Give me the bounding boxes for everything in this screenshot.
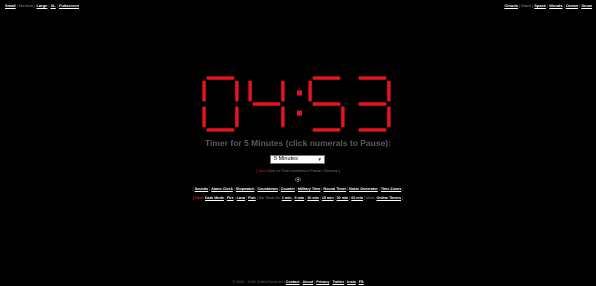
set-timer-label: Set Timer for: [258, 196, 281, 200]
timer-digit-4[interactable] [248, 80, 285, 128]
segment-g [252, 102, 281, 106]
size-xl-link[interactable]: XL [51, 3, 56, 8]
segment-b [235, 80, 239, 102]
segment-d [312, 128, 341, 132]
tools-bracket-close: ] [402, 187, 404, 191]
theme-snow-link[interactable]: Snow [581, 3, 592, 8]
set-timer-5-min[interactable]: 5 min [295, 196, 305, 200]
theme-clouds-link[interactable]: Clouds [504, 3, 518, 8]
segment-a [312, 76, 341, 80]
segment-c [341, 106, 345, 128]
segment-a [206, 76, 235, 80]
hint-text: Click on Timer numbers to Pause / Resume… [265, 169, 340, 173]
theme-links: Clouds | Black | Space | Woods | Ocean |… [504, 3, 592, 8]
set-timer-1-min[interactable]: 1 min [282, 196, 292, 200]
tools-link-counter[interactable]: Counter [281, 187, 295, 191]
segment-f [248, 80, 252, 102]
footer-link-fb[interactable]: FB [359, 280, 364, 284]
footer-link-insta[interactable]: Insta [347, 280, 356, 284]
set-timer-10-min[interactable]: 10 min [307, 196, 319, 200]
tools-bracket-open: [ [192, 187, 194, 191]
tools-link-countdown[interactable]: Countdown [257, 187, 277, 191]
timer-digit-3[interactable] [358, 76, 391, 132]
segment-b [281, 80, 285, 102]
segment-e [202, 106, 206, 128]
duration-select[interactable]: 5 Minutes ▼ [270, 155, 325, 164]
colon-dot [297, 110, 302, 116]
theme-black-label: Black [521, 3, 531, 8]
footer-link-about[interactable]: About [303, 280, 314, 284]
pause-hint: [ New Click on Timer numbers to Pause / … [0, 169, 596, 173]
theme-ocean-link[interactable]: Ocean [566, 3, 578, 8]
duration-select-value: 5 Minutes [274, 156, 298, 162]
size-large-link[interactable]: Large [36, 3, 47, 8]
online-timers-link[interactable]: Online Timers [376, 196, 401, 200]
timer-display[interactable] [200, 75, 396, 133]
segment-c [387, 106, 391, 128]
options-bracket-close: ] [402, 196, 404, 200]
size-small-link[interactable]: Small [5, 3, 16, 8]
set-timer-30-min[interactable]: 30 min [337, 196, 349, 200]
tools-link-time-zones[interactable]: Time Zones [381, 187, 401, 191]
timer-digit-5[interactable] [308, 76, 345, 132]
timer-digit-0[interactable] [202, 76, 239, 132]
segment-g [312, 102, 341, 106]
hint-new-badge: New [258, 169, 266, 173]
theme-woods-link[interactable]: Woods [549, 3, 562, 8]
more-label: More: [366, 196, 376, 200]
segment-g [358, 102, 387, 106]
segment-b [387, 80, 391, 102]
eye-icon[interactable] [295, 177, 301, 182]
segment-f [202, 80, 206, 102]
options-link-lava[interactable]: Lava [237, 196, 245, 200]
tools-link-noise-generator[interactable]: Noise Generator [349, 187, 378, 191]
footer-link-privacy[interactable]: Privacy [316, 280, 329, 284]
options-link-fish[interactable]: Fish [248, 196, 256, 200]
set-timer-60-min[interactable]: 60 min [351, 196, 363, 200]
segment-c [235, 106, 239, 128]
options-row: [ New: Dark Mode | Fire | Lava | Fish | … [192, 196, 404, 200]
tools-link-sounds[interactable]: Sounds [195, 187, 209, 191]
timer-title: Timer for 5 Minutes (click numerals to P… [205, 138, 391, 148]
segment-c [281, 106, 285, 128]
footer: © 2005 - 2026 OnlineClock.net | Contact … [232, 280, 364, 284]
size-medium-label: Medium [18, 3, 34, 8]
theme-space-link[interactable]: Space [534, 3, 546, 8]
set-timer-15-min[interactable]: 15 min [322, 196, 334, 200]
size-links: Small | Medium | Large | XL | Fullscreen [5, 3, 80, 8]
options-new-label: [ New: [192, 196, 204, 200]
chevron-down-icon: ▼ [317, 157, 322, 162]
tools-link-stopwatch[interactable]: Stopwatch [236, 187, 255, 191]
footer-link-twitter[interactable]: Twitter [332, 280, 344, 284]
footer-link-contact[interactable]: Contact [286, 280, 300, 284]
tools-link-alarm-clock[interactable]: Alarm Clock [211, 187, 233, 191]
segment-f [308, 80, 312, 102]
segment-d [358, 128, 387, 132]
segment-d [206, 128, 235, 132]
tools-link-round-timer[interactable]: Round Timer [323, 187, 346, 191]
options-link-fire[interactable]: Fire [227, 196, 234, 200]
tools-row: [ Sounds | Alarm Clock | Stopwatch | Cou… [192, 187, 404, 191]
segment-a [358, 76, 387, 80]
options-link-dark-mode[interactable]: Dark Mode [205, 196, 224, 200]
size-fullscreen-link[interactable]: Fullscreen [59, 3, 79, 8]
colon-dot [297, 90, 302, 96]
tools-link-military-time[interactable]: Military Time [298, 187, 320, 191]
timer-digits[interactable] [200, 75, 396, 133]
footer-copyright: © 2005 - 2026 OnlineClock.net [232, 280, 283, 284]
